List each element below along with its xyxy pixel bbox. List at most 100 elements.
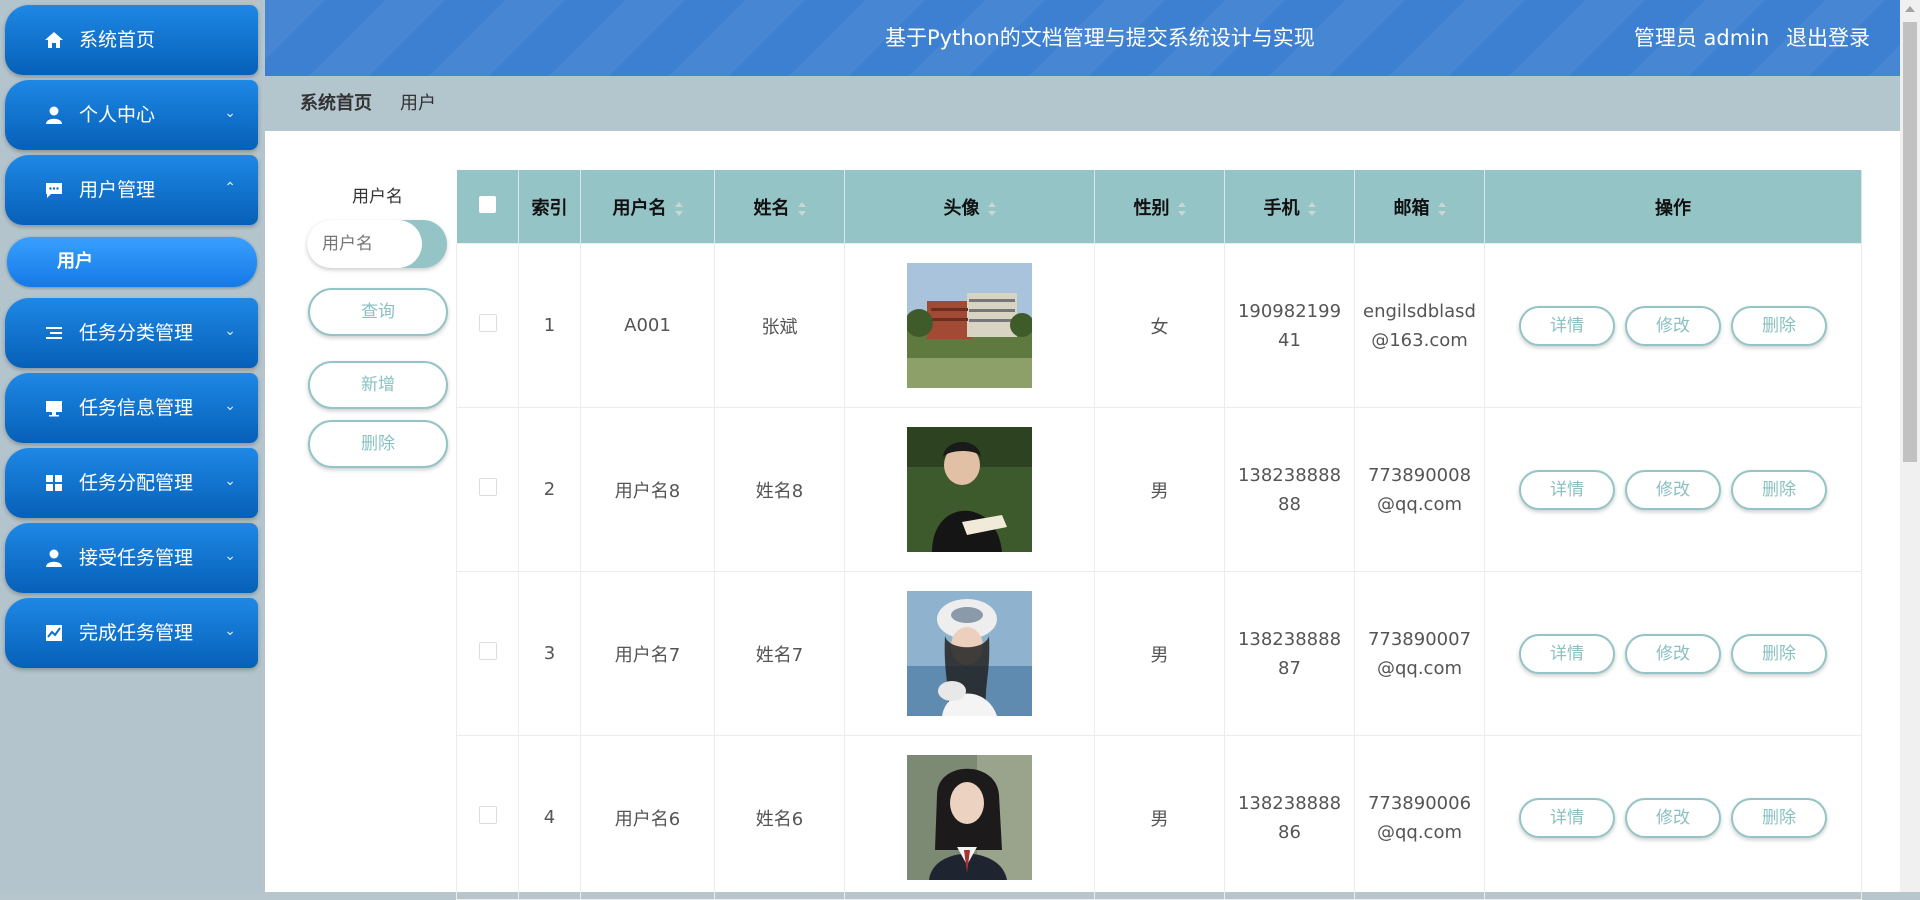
search-label: 用户名 [352, 187, 403, 207]
avatar-image-reading-boy [907, 427, 1032, 552]
scrollbar-thumb[interactable] [1903, 22, 1917, 462]
avatar-image-uniform-girl [907, 755, 1032, 880]
phone-value: 13823888886 [1237, 792, 1342, 843]
phone-cell: 19098219941 [1224, 243, 1355, 408]
actions-cell: 详情 修改 删除 [1484, 243, 1862, 408]
column-header-index: 索引 [518, 170, 581, 244]
delete-button[interactable]: 删除 [1731, 305, 1827, 346]
select-all-checkbox[interactable] [478, 195, 496, 213]
table-header-row: 索引 用户名 姓名 头像 性别 手机 邮箱 操作 [456, 170, 1862, 244]
delete-button[interactable]: 删除 [1731, 633, 1827, 674]
table-row: 3 用户名7 姓名7 男 13823888887 773890007@qq.co… [456, 571, 1862, 736]
person-icon [43, 104, 65, 126]
phone-cell: 13823888887 [1224, 571, 1355, 736]
scroll-up-arrow-icon[interactable] [1905, 6, 1915, 12]
row-select-cell [456, 571, 519, 736]
row-checkbox[interactable] [478, 314, 497, 332]
sort-icon[interactable] [1177, 201, 1186, 216]
search-input[interactable] [307, 220, 422, 268]
sidebar-item-label: 个人中心 [79, 104, 156, 126]
sidebar-item-label: 任务分类管理 [79, 322, 194, 344]
detail-button[interactable]: 详情 [1519, 797, 1615, 838]
delete-button[interactable]: 删除 [1731, 797, 1827, 838]
select-all-header[interactable] [456, 170, 519, 244]
vertical-scrollbar[interactable] [1900, 0, 1920, 892]
row-checkbox[interactable] [478, 806, 497, 824]
email-value: 773890008@qq.com [1367, 464, 1472, 515]
email-value: 773890007@qq.com [1367, 628, 1472, 679]
column-header-name[interactable]: 姓名 [714, 170, 845, 244]
sort-icon[interactable] [1437, 201, 1446, 216]
sidebar-item-label: 系统首页 [79, 29, 156, 51]
detail-button[interactable]: 详情 [1519, 469, 1615, 510]
row-select-cell [456, 735, 519, 900]
chevron-down-icon: ⌄ [224, 473, 236, 489]
row-checkbox[interactable] [478, 478, 497, 496]
email-value: engilsdblasd@163.com [1363, 300, 1476, 351]
delete-button[interactable]: 删除 [1731, 469, 1827, 510]
sidebar-subitem-user[interactable]: 用户 [7, 237, 257, 287]
sort-icon[interactable] [674, 201, 683, 216]
sidebar-item-task-info[interactable]: 任务信息管理 ⌄ [5, 373, 258, 443]
column-header-actions: 操作 [1484, 170, 1862, 244]
phone-cell: 13823888886 [1224, 735, 1355, 900]
breadcrumb-current: 用户 [400, 93, 436, 114]
edit-button[interactable]: 修改 [1625, 469, 1721, 510]
column-header-email[interactable]: 邮箱 [1354, 170, 1485, 244]
user-table: 索引 用户名 姓名 头像 性别 手机 邮箱 操作 1 A001 张斌 女 190… [456, 170, 1862, 900]
avatar-cell [844, 571, 1095, 736]
home-icon [43, 29, 65, 51]
name-cell: 姓名6 [714, 735, 845, 900]
logout-link[interactable]: 退出登录 [1786, 26, 1870, 50]
avatar-image-helmet-girl [907, 591, 1032, 716]
edit-button[interactable]: 修改 [1625, 305, 1721, 346]
sidebar-item-user-management[interactable]: 用户管理 ⌃ [5, 155, 258, 225]
column-header-gender[interactable]: 性别 [1094, 170, 1225, 244]
page-title: 基于Python的文档管理与提交系统设计与实现 [885, 26, 1315, 50]
sidebar-item-label: 完成任务管理 [79, 622, 194, 644]
edit-button[interactable]: 修改 [1625, 633, 1721, 674]
sort-icon[interactable] [797, 201, 806, 216]
query-button[interactable]: 查询 [308, 288, 448, 336]
gender-cell: 男 [1094, 735, 1225, 900]
actions-cell: 详情 修改 删除 [1484, 407, 1862, 572]
index-cell: 3 [518, 571, 581, 736]
name-cell: 姓名8 [714, 407, 845, 572]
user-area: 管理员 admin 退出登录 [1624, 0, 1870, 76]
avatar-image-building [907, 263, 1032, 388]
chevron-down-icon: ⌄ [224, 323, 236, 339]
column-header-avatar[interactable]: 头像 [844, 170, 1095, 244]
edit-button[interactable]: 修改 [1625, 797, 1721, 838]
actions-cell: 详情 修改 删除 [1484, 735, 1862, 900]
sidebar-item-accept-task[interactable]: 接受任务管理 ⌄ [5, 523, 258, 593]
name-cell: 张斌 [714, 243, 845, 408]
detail-button[interactable]: 详情 [1519, 305, 1615, 346]
sidebar-item-task-category[interactable]: 任务分类管理 ⌄ [5, 298, 258, 368]
grid-icon [43, 472, 65, 494]
chevron-down-icon: ⌄ [224, 623, 236, 639]
detail-button[interactable]: 详情 [1519, 633, 1615, 674]
sidebar-item-task-assign[interactable]: 任务分配管理 ⌄ [5, 448, 258, 518]
chevron-up-icon: ⌃ [224, 180, 236, 196]
monitor-icon [43, 397, 65, 419]
add-button[interactable]: 新增 [308, 361, 448, 409]
table-row: 1 A001 张斌 女 19098219941 engilsdblasd@163… [456, 243, 1862, 408]
sidebar-item-personal-center[interactable]: 个人中心 ⌄ [5, 80, 258, 150]
sidebar: 系统首页 个人中心 ⌄ 用户管理 ⌃ 用户 任务分类管理 ⌄ 任务信息管理 ⌄ … [0, 0, 263, 892]
email-value: 773890006@qq.com [1367, 792, 1472, 843]
sidebar-item-complete-task[interactable]: 完成任务管理 ⌄ [5, 598, 258, 668]
email-cell: 773890008@qq.com [1354, 407, 1485, 572]
sort-icon[interactable] [1307, 201, 1316, 216]
sidebar-item-home[interactable]: 系统首页 [5, 5, 258, 75]
username-cell: 用户名6 [580, 735, 715, 900]
chart-icon [43, 622, 65, 644]
avatar-cell [844, 243, 1095, 408]
batch-delete-button[interactable]: 删除 [308, 420, 448, 468]
column-header-phone[interactable]: 手机 [1224, 170, 1355, 244]
column-header-username[interactable]: 用户名 [580, 170, 715, 244]
email-cell: engilsdblasd@163.com [1354, 243, 1485, 408]
row-checkbox[interactable] [478, 642, 497, 660]
sort-icon[interactable] [987, 201, 996, 216]
breadcrumb-home[interactable]: 系统首页 [300, 76, 372, 131]
index-cell: 2 [518, 407, 581, 572]
